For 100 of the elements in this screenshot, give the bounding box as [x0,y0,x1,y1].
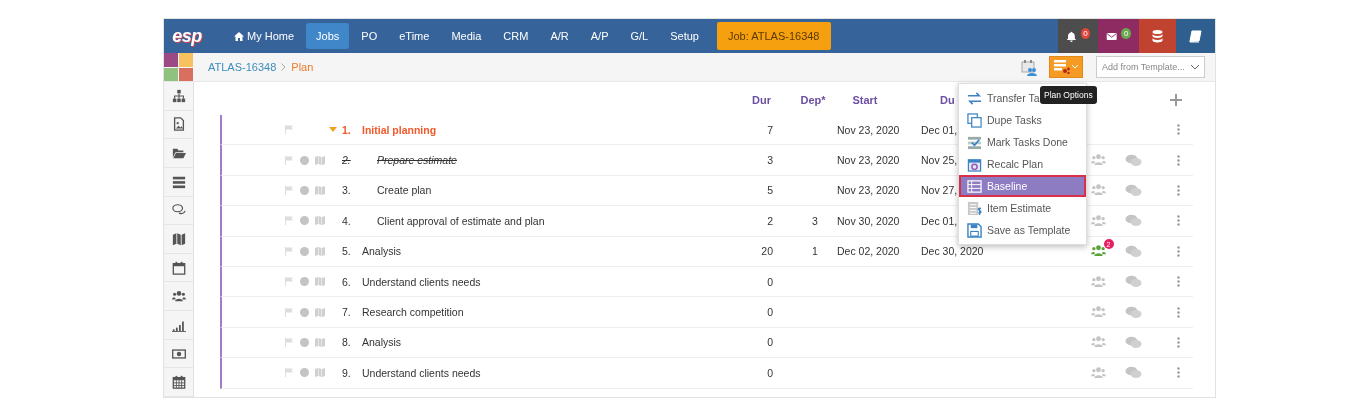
menu-item[interactable]: Item Estimate [959,197,1086,219]
status-dot-icon[interactable] [300,216,309,226]
chevron-icon [281,63,287,71]
status-dot-icon[interactable] [300,185,309,195]
nav-tab[interactable]: A/P [580,23,619,49]
book-icon [1189,29,1202,43]
column-header[interactable]: Start [852,93,878,106]
comments-icon[interactable] [1124,275,1142,289]
nav-tab[interactable]: G/L [620,23,659,49]
notifications-button[interactable]: 0 [1058,19,1098,53]
comments-icon[interactable] [1124,305,1142,319]
comments-icon[interactable] [1124,183,1142,197]
nav-tab[interactable]: Media [441,23,492,49]
task-name[interactable]: Understand clients needs [362,366,481,379]
duration-cell: 0 [767,306,773,319]
menu-item[interactable]: Dupe Tasks [959,109,1086,131]
flag-icon[interactable] [285,155,294,165]
bell-icon [1066,29,1077,43]
sitemap-icon[interactable] [171,88,186,103]
more-icon[interactable] [1176,184,1180,196]
status-dot-icon[interactable] [300,246,309,256]
book-button[interactable] [1176,19,1215,53]
folder-icon[interactable] [171,146,186,161]
app-tiles-icon[interactable] [164,53,193,81]
nav-tab[interactable]: Setup [660,23,709,49]
status-dot-icon[interactable] [300,337,309,347]
status-dot-icon[interactable] [300,155,309,165]
more-icon[interactable] [1176,276,1180,288]
task-name[interactable]: Create plan [377,184,432,197]
comments-icon[interactable] [1124,366,1142,380]
task-name[interactable]: Client approval of estimate and plan [377,214,545,227]
money-icon[interactable] [171,346,186,361]
menu-item[interactable]: Baseline [959,175,1086,197]
flag-icon[interactable] [285,185,294,195]
task-number: 9. [342,366,351,379]
caret-icon[interactable] [329,126,337,133]
database-button[interactable] [1139,19,1176,53]
comments-icon[interactable] [1124,335,1142,349]
more-icon[interactable] [1176,367,1180,379]
calendar-grid-icon[interactable] [171,375,186,390]
breadcrumb-item: Plan [291,61,314,73]
column-header[interactable]: Dur [752,93,771,106]
list-icon[interactable] [171,174,186,189]
duration-cell: 0 [767,275,773,288]
flag-icon[interactable] [285,368,294,378]
menu-item[interactable]: Save as Template [959,219,1086,241]
nav-tab[interactable]: My Home [224,23,305,49]
nav-tab[interactable]: eTime [389,23,440,49]
start-date-cell: Nov 23, 2020 [837,123,900,136]
task-number: 1. [342,123,351,136]
task-name[interactable]: Analysis [362,336,402,349]
more-icon[interactable] [1176,154,1180,166]
users-icon[interactable] [171,289,186,304]
task-name[interactable]: Understand clients needs [362,275,481,288]
column-header[interactable]: Dep* [800,93,826,106]
flag-icon[interactable] [285,216,294,226]
more-icon[interactable] [1176,215,1180,227]
calendar-users-icon[interactable] [1021,58,1037,76]
comments-icon[interactable] [1124,244,1142,258]
add-icon[interactable] [1170,93,1182,106]
status-dot-icon[interactable] [300,307,309,317]
template-select[interactable]: Add from Template... [1096,56,1205,78]
flag-icon[interactable] [285,337,294,347]
map-icon[interactable] [171,232,186,246]
nav-tab[interactable]: PO [351,23,388,49]
flag-icon[interactable] [285,307,294,317]
flag-icon[interactable] [285,125,294,135]
task-name[interactable]: Prepare estimate [377,154,457,167]
more-icon[interactable] [1176,336,1180,348]
duration-cell: 0 [767,366,773,379]
job-button[interactable]: Job: ATLAS-16348 [716,22,831,50]
task-name[interactable]: Initial planning [362,123,437,136]
more-icon[interactable] [1176,124,1180,136]
calendar-refresh-icon [967,156,982,172]
logo[interactable]: esp [164,19,210,53]
image-icon[interactable] [171,117,186,132]
status-dot-icon[interactable] [300,368,309,378]
plan-options-button[interactable] [1049,56,1083,78]
menu-item[interactable]: Recalc Plan [959,153,1086,175]
dependency-cell: 1 [812,245,818,258]
status-dot-icon[interactable] [300,277,309,287]
task-name[interactable]: Analysis [362,245,402,258]
breadcrumb-item[interactable]: ATLAS-16348 [208,61,277,73]
task-name[interactable]: Research competition [362,306,464,319]
nav-tab[interactable]: A/R [540,23,579,49]
comments-icon[interactable] [1124,153,1142,167]
duration-cell: 7 [767,123,773,136]
comments-icon[interactable] [1124,214,1142,228]
users-icon[interactable] [1089,245,1107,258]
flag-icon[interactable] [285,246,294,256]
more-icon[interactable] [1176,245,1180,257]
nav-tab[interactable]: Jobs [306,23,350,49]
flag-icon[interactable] [285,277,294,287]
more-icon[interactable] [1176,306,1180,318]
column-header[interactable]: Du [940,93,955,106]
count-badge: 0 [1121,27,1131,39]
menu-item[interactable]: Mark Tasks Done [959,131,1086,153]
calendar-icon[interactable] [171,260,186,275]
nav-tab[interactable]: CRM [493,23,539,49]
task-number: 4. [342,214,351,227]
